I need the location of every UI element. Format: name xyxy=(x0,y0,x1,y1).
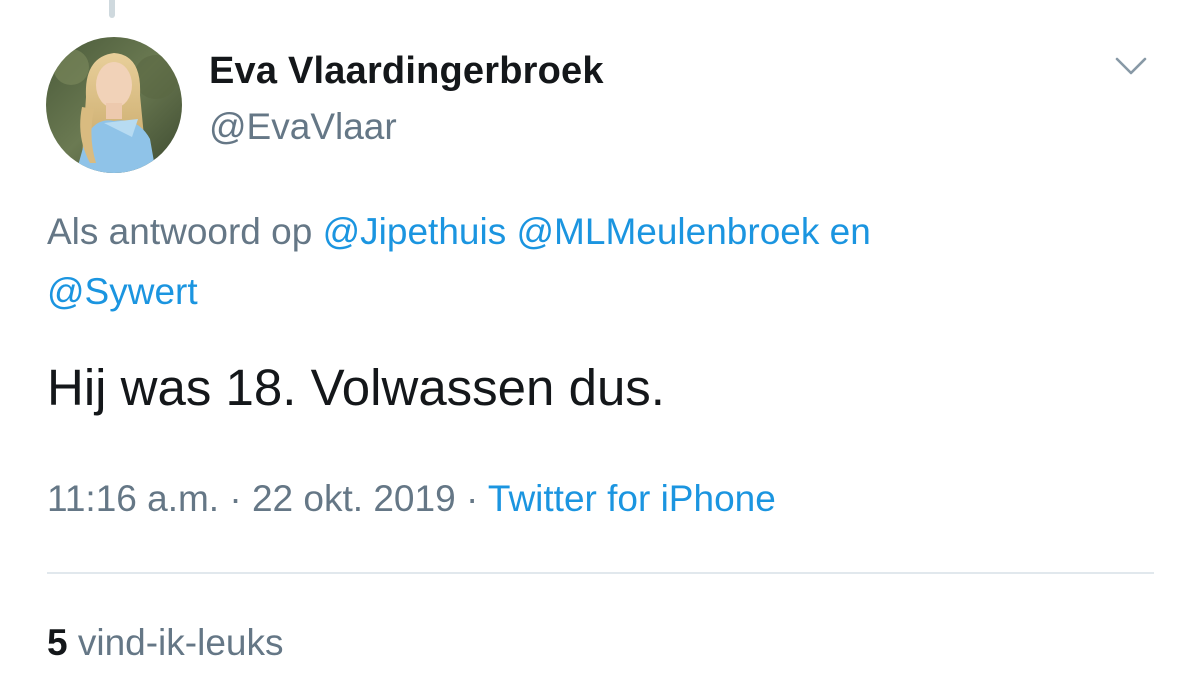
avatar-image xyxy=(46,37,182,173)
author-handle[interactable]: @EvaVlaar xyxy=(209,106,397,148)
likes-count-link[interactable]: 5 vind-ik-leuks xyxy=(47,622,283,664)
reply-prefix: Als antwoord op xyxy=(47,211,313,252)
tweet-metadata: 11:16 a.m. · 22 okt. 2019 · Twitter for … xyxy=(47,478,776,520)
mention-link-jipethuis[interactable]: @Jipethuis xyxy=(323,211,507,252)
chevron-down-icon[interactable] xyxy=(1114,54,1148,78)
tweet-time[interactable]: 11:16 a.m. xyxy=(47,478,219,519)
thread-connector-line xyxy=(109,0,115,18)
tweet-source-link[interactable]: Twitter for iPhone xyxy=(488,478,776,519)
avatar[interactable] xyxy=(46,37,182,173)
likes-count: 5 xyxy=(47,622,68,663)
meta-separator: · xyxy=(465,478,479,519)
tweet-date[interactable]: 22 okt. 2019 xyxy=(252,478,456,519)
mention-link-sywert[interactable]: @Sywert xyxy=(47,271,198,312)
reply-context: Als antwoord op @Jipethuis @MLMeulenbroe… xyxy=(47,202,1147,322)
tweet-text: Hij was 18. Volwassen dus. xyxy=(47,359,665,416)
likes-label: vind-ik-leuks xyxy=(77,622,284,663)
author-display-name[interactable]: Eva Vlaardingerbroek xyxy=(209,50,604,93)
mention-link-mlmeulenbroek[interactable]: @MLMeulenbroek xyxy=(516,211,819,252)
meta-separator: · xyxy=(229,478,242,519)
divider xyxy=(47,572,1154,574)
reply-conjunction: en xyxy=(829,211,871,252)
